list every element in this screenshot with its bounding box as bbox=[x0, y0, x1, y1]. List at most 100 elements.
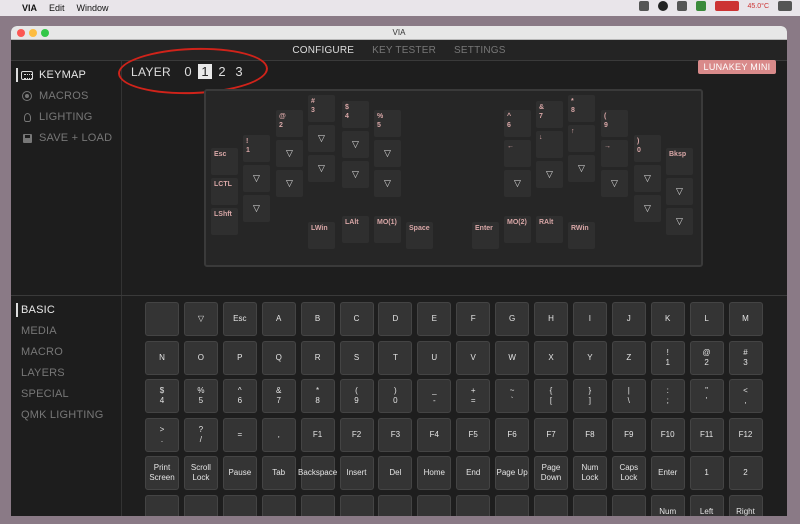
keycode-button[interactable] bbox=[339, 495, 374, 516]
layout-key[interactable]: RAlt bbox=[536, 216, 563, 243]
keycode-button[interactable]: F6 bbox=[495, 417, 530, 452]
keycode-button[interactable]: Page Down bbox=[534, 456, 568, 491]
tray-app-icon[interactable] bbox=[638, 1, 649, 11]
keycode-button[interactable]: Q bbox=[261, 340, 296, 375]
keycode-button[interactable]: ) 0 bbox=[378, 379, 413, 414]
keycode-button[interactable]: { [ bbox=[534, 379, 568, 414]
keycode-button[interactable]: ? / bbox=[183, 417, 218, 452]
category-qmk-lighting[interactable]: QMK LIGHTING bbox=[21, 409, 103, 421]
layout-key[interactable]: ) 0 bbox=[634, 135, 661, 162]
keycode-button[interactable]: D bbox=[378, 302, 413, 336]
layout-key[interactable]: ← bbox=[504, 140, 531, 167]
keycode-button[interactable]: 2 bbox=[728, 456, 763, 491]
layout-key[interactable]: ▽ bbox=[601, 170, 628, 197]
layout-key[interactable]: ^ 6 bbox=[504, 110, 531, 137]
keycode-button[interactable]: F7 bbox=[534, 417, 568, 452]
layout-key[interactable]: RWin bbox=[568, 222, 595, 249]
layout-key[interactable]: ▽ bbox=[634, 165, 661, 192]
layout-key[interactable]: LAlt bbox=[342, 216, 369, 243]
keycode-button[interactable]: | \ bbox=[611, 379, 646, 414]
layout-key[interactable]: ▽ bbox=[243, 195, 270, 222]
keycode-button[interactable]: $ 4 bbox=[145, 379, 179, 414]
category-macro[interactable]: MACRO bbox=[21, 346, 63, 358]
keycode-button[interactable]: M bbox=[728, 302, 763, 336]
keycode-button[interactable] bbox=[145, 302, 179, 336]
layout-key[interactable]: ▽ bbox=[568, 155, 595, 182]
keycode-button[interactable]: U bbox=[417, 340, 452, 375]
layout-key[interactable]: Enter bbox=[472, 222, 499, 249]
layout-key[interactable]: Bksp bbox=[666, 148, 693, 175]
layout-key[interactable]: ▽ bbox=[536, 161, 563, 188]
app-menu[interactable]: VIA bbox=[22, 3, 37, 13]
layout-key[interactable]: LShft bbox=[211, 208, 238, 235]
keycode-button[interactable]: Page Up bbox=[495, 456, 530, 491]
category-media[interactable]: MEDIA bbox=[21, 325, 57, 337]
keycode-button[interactable]: * 8 bbox=[300, 379, 335, 414]
keycode-button[interactable]: F12 bbox=[728, 417, 763, 452]
keycode-button[interactable]: F bbox=[456, 302, 491, 336]
tab-configure[interactable]: CONFIGURE bbox=[283, 45, 363, 56]
keycode-button[interactable] bbox=[145, 495, 179, 516]
keycode-button[interactable]: Scroll Lock bbox=[183, 456, 218, 491]
category-basic[interactable]: BASIC bbox=[15, 303, 55, 317]
keycode-button[interactable]: Z bbox=[611, 340, 646, 375]
sidebar-item-lighting[interactable]: LIGHTING bbox=[21, 111, 93, 123]
layout-key[interactable]: ▽ bbox=[342, 131, 369, 158]
keycode-button[interactable]: Print Screen bbox=[145, 456, 179, 491]
keycode-button[interactable]: A bbox=[261, 302, 296, 336]
keycode-button[interactable]: T bbox=[378, 340, 413, 375]
layout-key[interactable]: ▽ bbox=[504, 170, 531, 197]
keycode-button[interactable]: Num Lock bbox=[572, 456, 607, 491]
keycode-button[interactable]: Num bbox=[650, 495, 685, 516]
keycode-button[interactable]: _ - bbox=[417, 379, 452, 414]
keycode-button[interactable] bbox=[261, 495, 296, 516]
sidebar-item-keymap[interactable]: KEYMAP bbox=[15, 68, 86, 82]
keycode-button[interactable] bbox=[300, 495, 335, 516]
layout-key[interactable]: ↓ bbox=[536, 131, 563, 158]
tab-key-tester[interactable]: KEY TESTER bbox=[363, 45, 445, 56]
tab-settings[interactable]: SETTINGS bbox=[445, 45, 515, 56]
keycode-button[interactable]: N bbox=[145, 340, 179, 375]
keycode-button[interactable]: } ] bbox=[572, 379, 607, 414]
layout-key[interactable]: ▽ bbox=[243, 165, 270, 192]
keycode-button[interactable]: Home bbox=[417, 456, 452, 491]
keycode-button[interactable]: I bbox=[572, 302, 607, 336]
keycode-button[interactable]: " ' bbox=[689, 379, 724, 414]
keycode-button[interactable]: Enter bbox=[650, 456, 685, 491]
keycode-button[interactable]: ~ ` bbox=[495, 379, 530, 414]
layout-key[interactable]: ▽ bbox=[634, 195, 661, 222]
keycode-button[interactable]: W bbox=[495, 340, 530, 375]
keycode-button[interactable]: F1 bbox=[300, 417, 335, 452]
layout-key[interactable]: Esc bbox=[211, 148, 238, 175]
layout-key[interactable]: ▽ bbox=[666, 208, 693, 235]
keycode-button[interactable]: Insert bbox=[339, 456, 374, 491]
keycode-button[interactable]: ! 1 bbox=[650, 340, 685, 375]
category-layers[interactable]: LAYERS bbox=[21, 367, 65, 379]
keycode-button[interactable]: F8 bbox=[572, 417, 607, 452]
edit-menu[interactable]: Edit bbox=[49, 3, 65, 13]
keycode-button[interactable]: Del bbox=[378, 456, 413, 491]
layout-key[interactable]: ▽ bbox=[276, 170, 303, 197]
keycode-button[interactable]: & 7 bbox=[261, 379, 296, 414]
keycode-button[interactable] bbox=[534, 495, 568, 516]
keycode-button[interactable]: Left bbox=[689, 495, 724, 516]
keycode-button[interactable]: @ 2 bbox=[689, 340, 724, 375]
keycode-button[interactable]: J bbox=[611, 302, 646, 336]
keycode-button[interactable]: Esc bbox=[222, 302, 257, 336]
keycode-button[interactable]: 1 bbox=[689, 456, 724, 491]
keycode-button[interactable] bbox=[378, 495, 413, 516]
keycode-button[interactable]: Y bbox=[572, 340, 607, 375]
keycode-button[interactable]: Pause bbox=[222, 456, 257, 491]
keycode-button[interactable]: # 3 bbox=[728, 340, 763, 375]
layout-key[interactable]: $ 4 bbox=[342, 101, 369, 128]
layout-key[interactable]: Space bbox=[406, 222, 433, 249]
tray-status-icon[interactable] bbox=[695, 1, 706, 11]
keycode-button[interactable]: Backspace bbox=[298, 456, 337, 491]
layout-key[interactable]: & 7 bbox=[536, 101, 563, 128]
layout-key[interactable]: LCTL bbox=[211, 178, 238, 205]
tray-record-icon[interactable] bbox=[657, 1, 668, 11]
keycode-button[interactable]: L bbox=[689, 302, 724, 336]
keycode-button[interactable]: C bbox=[339, 302, 374, 336]
layout-key[interactable]: ▽ bbox=[342, 161, 369, 188]
keycode-button[interactable] bbox=[222, 495, 257, 516]
